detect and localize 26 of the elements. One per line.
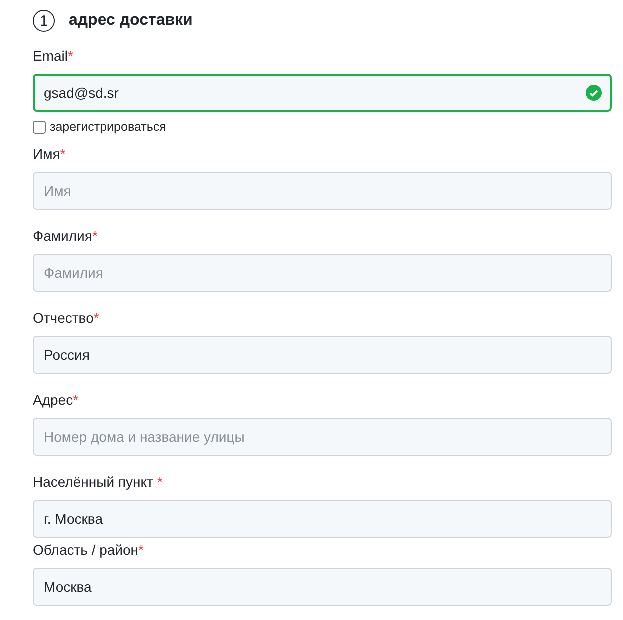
required-mark: * — [73, 392, 79, 408]
required-mark: * — [92, 228, 98, 244]
check-circle-icon — [586, 85, 602, 101]
checkbox-label: зарегистрироваться — [50, 120, 166, 134]
field-label: Фамилия — [33, 228, 92, 244]
required-mark: * — [94, 310, 100, 326]
required-mark: * — [68, 48, 74, 64]
field-label: Адрес — [33, 392, 74, 408]
input-field[interactable]: gsad@sd.sr — [33, 74, 612, 112]
field-label: Населённый пункт — [33, 474, 154, 490]
section-title: адрес доставки — [69, 12, 193, 30]
field-label: Отчество — [33, 310, 94, 326]
field-label: Имя — [33, 146, 60, 162]
input-field[interactable]: Россия — [33, 336, 612, 374]
input-field[interactable]: Фамилия — [33, 254, 612, 292]
required-mark: * — [138, 542, 144, 558]
input-field[interactable]: г. Москва — [33, 500, 612, 538]
input-field[interactable]: Имя — [33, 172, 612, 210]
required-mark: * — [60, 146, 66, 162]
field-label: Email — [33, 48, 68, 64]
input-field[interactable]: Москва — [33, 568, 612, 606]
field-label: Область / район — [33, 542, 139, 558]
checkbox[interactable] — [33, 120, 46, 134]
input-field[interactable]: Номер дома и название улицы — [33, 418, 612, 456]
step-number: 1 — [33, 10, 55, 32]
required-mark: * — [157, 474, 163, 490]
